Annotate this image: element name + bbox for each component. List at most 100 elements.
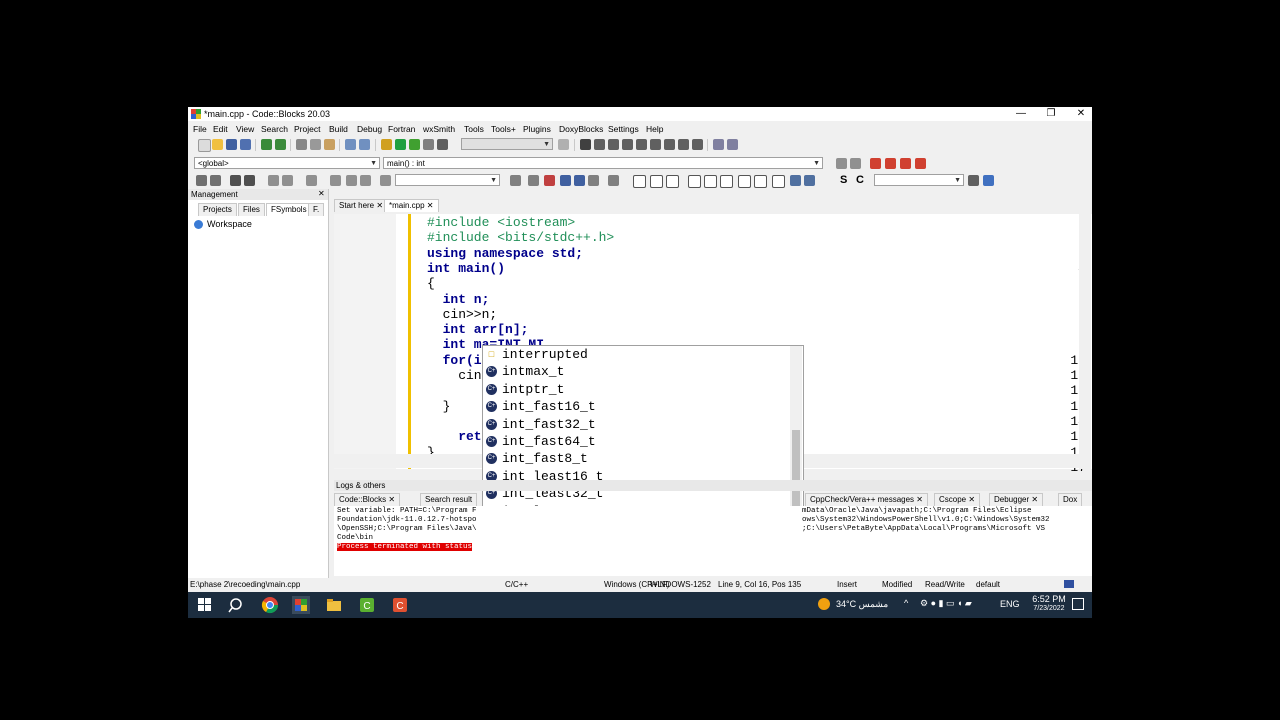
tab-doxy[interactable]: Dox	[1058, 493, 1083, 506]
menu-fortran[interactable]: Fortran	[388, 124, 415, 134]
replace-icon[interactable]	[359, 139, 370, 150]
code-line[interactable]: #include <bits/stdc++.h>	[427, 230, 614, 245]
clock-date[interactable]: 7/23/2022	[1026, 605, 1072, 612]
menu-tools-plus[interactable]: Tools+	[491, 124, 516, 134]
build-run-icon[interactable]	[409, 139, 420, 150]
tab-start-here[interactable]: Start here ✕	[334, 199, 389, 212]
autocomplete-item[interactable]: C+ int_fast8_t	[483, 450, 788, 467]
doxy-run-icon[interactable]	[268, 175, 279, 186]
panel-icon-7[interactable]	[738, 175, 751, 188]
tab-projects[interactable]: Projects	[198, 203, 237, 216]
minimize-button[interactable]: —	[1006, 107, 1036, 121]
next-bookmark-icon[interactable]	[900, 158, 911, 169]
code-line[interactable]: cin>>n;	[427, 307, 498, 322]
tab-main-cpp[interactable]: *main.cpp ✕	[384, 199, 439, 212]
stop-debug-icon[interactable]	[692, 139, 703, 150]
code-line[interactable]: {	[427, 276, 435, 291]
pause-icon[interactable]	[678, 139, 689, 150]
comment-icon[interactable]	[196, 175, 207, 186]
app-green-icon[interactable]: C	[358, 596, 376, 614]
start-icon[interactable]	[196, 596, 214, 614]
c-icon[interactable]: C	[856, 174, 864, 186]
close-icon[interactable]: ✕	[318, 189, 325, 198]
autocomplete-item[interactable]: □ interrupted	[483, 346, 788, 363]
code-line[interactable]: int arr[n];	[427, 322, 529, 337]
menu-view[interactable]: View	[236, 124, 254, 134]
panel-icon-6[interactable]	[720, 175, 733, 188]
vertical-scrollbar[interactable]	[1079, 214, 1091, 469]
autocomplete-item[interactable]: C+ intmax_t	[483, 363, 788, 380]
next-instruction-icon[interactable]	[650, 139, 661, 150]
regex-icon[interactable]	[588, 175, 599, 186]
scope-combo[interactable]: <global> ▼	[194, 157, 380, 169]
aa-icon[interactable]	[574, 175, 585, 186]
codeblocks-task-icon[interactable]	[292, 596, 310, 614]
code-line[interactable]: int n;	[427, 292, 490, 307]
menu-search[interactable]: Search	[261, 124, 288, 134]
copy-icon[interactable]	[310, 139, 321, 150]
select-icon[interactable]	[560, 175, 571, 186]
panel-icon-8[interactable]	[754, 175, 767, 188]
tab-cscope[interactable]: Cscope ✕	[934, 493, 981, 506]
toggle-bookmark-icon[interactable]	[870, 158, 881, 169]
code-line[interactable]: for(i	[427, 353, 482, 368]
code-line[interactable]: ret	[427, 429, 481, 444]
chrome-icon[interactable]	[261, 596, 279, 614]
search-icon[interactable]	[968, 175, 979, 186]
zoom-out-icon[interactable]	[804, 175, 815, 186]
doxy-extract-icon[interactable]	[330, 175, 341, 186]
debug-run-icon[interactable]	[580, 139, 591, 150]
highlight-icon[interactable]	[544, 175, 555, 186]
next-line-icon[interactable]	[608, 139, 619, 150]
tab-codeblocks-log[interactable]: Code::Blocks ✕	[334, 493, 401, 506]
run-icon[interactable]	[395, 139, 406, 150]
pointer-icon[interactable]	[608, 175, 619, 186]
doxy-block-icon[interactable]	[230, 175, 241, 186]
build-icon[interactable]	[381, 139, 392, 150]
tab-debugger[interactable]: Debugger ✕	[989, 493, 1044, 506]
clock-time[interactable]: 6:52 PM	[1026, 594, 1072, 604]
menu-doxyblocks[interactable]: DoxyBlocks	[559, 124, 603, 134]
clear-bookmarks-icon[interactable]	[915, 158, 926, 169]
code-line[interactable]: cin	[427, 368, 481, 383]
incremental-search-combo[interactable]: ▼	[874, 174, 964, 186]
build-target-combo[interactable]: ▼	[461, 138, 553, 150]
doxy-wizard-icon[interactable]	[380, 175, 391, 186]
run-to-cursor-icon[interactable]	[594, 139, 605, 150]
jump-back-icon[interactable]	[836, 158, 847, 169]
search-icon[interactable]	[228, 596, 246, 614]
redo-icon[interactable]	[275, 139, 286, 150]
save-all-icon[interactable]	[240, 139, 251, 150]
menu-wxsmith[interactable]: wxSmith	[423, 124, 455, 134]
menu-edit[interactable]: Edit	[213, 124, 228, 134]
new-file-icon[interactable]	[198, 139, 211, 152]
settings-icon[interactable]	[983, 175, 994, 186]
paste-icon[interactable]	[324, 139, 335, 150]
restore-button[interactable]: ❐	[1036, 107, 1066, 121]
doxy-config-icon[interactable]	[360, 175, 371, 186]
step-into-icon[interactable]	[622, 139, 633, 150]
zoom-in-icon[interactable]	[790, 175, 801, 186]
panel-icon-2[interactable]	[650, 175, 663, 188]
panel-icon-1[interactable]	[633, 175, 646, 188]
language-indicator[interactable]: ENG	[1000, 599, 1020, 609]
menu-debug[interactable]: Debug	[357, 124, 382, 134]
close-window-button[interactable]: ✕	[1066, 107, 1092, 121]
panel-icon-9[interactable]	[772, 175, 785, 188]
step-out-icon[interactable]	[636, 139, 647, 150]
abort-icon[interactable]	[437, 139, 448, 150]
jump-forward-icon[interactable]	[850, 158, 861, 169]
undo-icon[interactable]	[261, 139, 272, 150]
doxy-prefs-icon[interactable]	[306, 175, 317, 186]
autocomplete-item[interactable]: C+ int_fast16_t	[483, 398, 788, 415]
panel-icon-5[interactable]	[704, 175, 717, 188]
panel-icon-4[interactable]	[688, 175, 701, 188]
menu-tools[interactable]: Tools	[464, 124, 484, 134]
first-line-icon[interactable]	[510, 175, 521, 186]
menu-settings[interactable]: Settings	[608, 124, 639, 134]
menu-file[interactable]: File	[193, 124, 207, 134]
menu-project[interactable]: Project	[294, 124, 320, 134]
debug-windows-icon[interactable]	[713, 139, 724, 150]
code-line[interactable]: int main()	[427, 261, 505, 276]
menu-help[interactable]: Help	[646, 124, 663, 134]
